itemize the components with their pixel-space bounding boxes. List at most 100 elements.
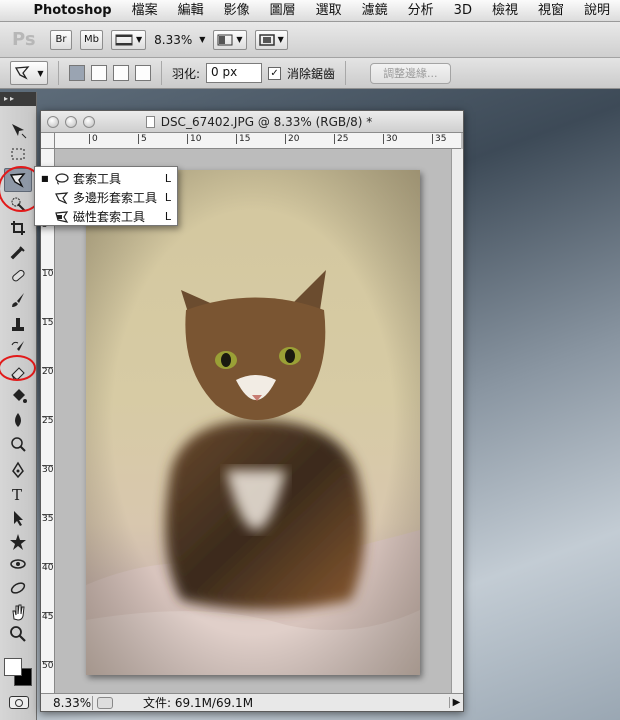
flyout-shortcut: L <box>164 210 171 223</box>
ruler-label: 35 <box>432 134 446 144</box>
vertical-ruler[interactable]: 05101520253035404550 <box>41 149 55 693</box>
antialias-label: 消除鋸齒 <box>287 66 336 81</box>
arrange-icon <box>217 34 233 45</box>
menu-bar: Photoshop 檔案 編輯 影像 圖層 選取 濾鏡 分析 3D 檢視 視窗 … <box>0 0 620 22</box>
maximize-button[interactable] <box>83 115 95 128</box>
options-bar: ▼ 羽化: 0 px ✓ 消除鋸齒 調整邊緣... <box>0 58 620 89</box>
tool-marquee[interactable] <box>4 142 32 166</box>
menu-select[interactable]: 選取 <box>306 0 352 22</box>
quick-mask-button[interactable] <box>9 696 29 709</box>
ruler-label: 20 <box>285 134 299 144</box>
document-title: DSC_67402.JPG @ 8.33% (RGB/8) * <box>160 114 373 129</box>
minimize-button[interactable] <box>65 115 77 128</box>
status-icon[interactable] <box>97 696 113 709</box>
mini-bridge-button[interactable]: Mb <box>80 29 103 50</box>
tool-preset-picker[interactable]: ▼ <box>10 61 48 85</box>
chevron-down-icon: ▼ <box>277 35 284 44</box>
antialias-checkbox[interactable]: ✓ <box>268 66 282 80</box>
tool-hand[interactable] <box>4 600 32 624</box>
menu-file[interactable]: 檔案 <box>122 0 168 22</box>
document-title-bar[interactable]: DSC_67402.JPG @ 8.33% (RGB/8) * <box>41 111 463 133</box>
tool-3d-rotate[interactable] <box>4 552 32 576</box>
tool-pen[interactable] <box>4 458 32 482</box>
tool-zoom[interactable] <box>4 622 32 646</box>
chevron-down-icon: ▼ <box>37 68 44 78</box>
lasso-icon <box>53 172 71 186</box>
menu-layer[interactable]: 圖層 <box>260 0 306 22</box>
canvas-area[interactable] <box>56 150 458 693</box>
feather-input[interactable]: 0 px <box>206 63 263 83</box>
view-extras-button[interactable]: ▼ <box>110 29 147 50</box>
horizontal-ruler[interactable]: 0 5 10 15 20 25 30 35 <box>55 133 461 149</box>
tool-clone-stamp[interactable] <box>4 312 32 336</box>
pen-icon <box>12 461 24 479</box>
tool-spot-heal[interactable] <box>4 264 32 288</box>
hand-icon <box>12 604 25 621</box>
tool-quick-select[interactable] <box>4 192 32 216</box>
cat-photo[interactable] <box>86 170 420 675</box>
tool-blur[interactable] <box>4 408 32 432</box>
menu-help[interactable]: 說明 <box>574 0 620 22</box>
quick-select-icon <box>11 197 26 212</box>
flyout-shortcut: L <box>164 172 171 185</box>
tool-crop[interactable] <box>4 216 32 240</box>
menu-window[interactable]: 視窗 <box>528 0 574 22</box>
menu-analysis[interactable]: 分析 <box>398 0 444 22</box>
intersect-selection-button[interactable] <box>135 65 151 81</box>
tool-path-select[interactable] <box>4 506 32 530</box>
refine-edge-button[interactable]: 調整邊緣... <box>370 62 451 84</box>
menu-filter[interactable]: 濾鏡 <box>352 0 398 22</box>
tool-paint-bucket[interactable] <box>4 384 32 408</box>
tool-shape[interactable] <box>4 530 32 554</box>
tool-eraser[interactable] <box>4 360 32 384</box>
tool-history-brush[interactable] <box>4 336 32 360</box>
tools-panel-header[interactable]: ▸▸ <box>0 92 36 106</box>
move-icon <box>12 124 27 139</box>
tool-type[interactable]: T <box>4 482 32 506</box>
ruler-origin[interactable] <box>41 133 55 149</box>
tool-3d-orbit[interactable] <box>4 576 32 600</box>
ruler-label: 20 <box>42 367 54 377</box>
zoom-level-select[interactable]: 8.33% ▼ <box>154 33 205 47</box>
menu-image[interactable]: 影像 <box>214 0 260 22</box>
tool-brush[interactable] <box>4 288 32 312</box>
flyout-item-lasso[interactable]: ■ 套索工具 L <box>35 169 177 188</box>
blur-icon <box>15 413 21 427</box>
menu-edit[interactable]: 編輯 <box>168 0 214 22</box>
add-to-selection-button[interactable] <box>91 65 107 81</box>
tool-move[interactable] <box>4 118 32 142</box>
cat-illustration <box>86 170 420 675</box>
status-menu-arrow-icon[interactable]: ▶ <box>449 697 463 708</box>
close-button[interactable] <box>47 115 59 128</box>
chevron-down-icon: ▼ <box>236 35 243 44</box>
flyout-item-polygonal-lasso[interactable]: 多邊形套索工具 L <box>35 188 177 207</box>
tool-dodge[interactable] <box>4 432 32 456</box>
ruler-label: 35 <box>42 514 54 524</box>
new-selection-button[interactable] <box>69 65 85 81</box>
status-zoom[interactable]: 8.33% <box>41 695 93 710</box>
flyout-label: 磁性套索工具 <box>73 210 146 224</box>
tool-eyedropper[interactable] <box>4 240 32 264</box>
lasso-icon <box>9 173 26 188</box>
flyout-item-magnetic-lasso[interactable]: 磁性套索工具 L <box>35 207 177 226</box>
type-icon: T <box>12 486 22 503</box>
separator <box>58 61 59 85</box>
chevron-down-icon: ▼ <box>135 35 143 44</box>
vertical-scrollbar[interactable] <box>451 149 463 693</box>
menu-3d[interactable]: 3D <box>444 0 482 22</box>
eyedropper-icon <box>10 246 25 260</box>
ruler-label: 15 <box>236 134 250 144</box>
menu-app-name[interactable]: Photoshop <box>27 0 121 22</box>
marquee-icon <box>11 148 25 160</box>
ruler-label: 5 <box>138 134 147 144</box>
screen-mode-button[interactable]: ▼ <box>254 29 288 50</box>
bridge-button[interactable]: Br <box>50 29 72 50</box>
subtract-from-selection-button[interactable] <box>113 65 129 81</box>
dodge-icon <box>11 437 26 452</box>
menu-view[interactable]: 檢視 <box>482 0 528 22</box>
brush-icon <box>12 293 24 307</box>
lasso-icon <box>15 66 30 80</box>
foreground-color-swatch[interactable] <box>4 658 22 676</box>
arrange-documents-button[interactable]: ▼ <box>213 29 247 50</box>
tool-lasso[interactable] <box>4 168 32 192</box>
